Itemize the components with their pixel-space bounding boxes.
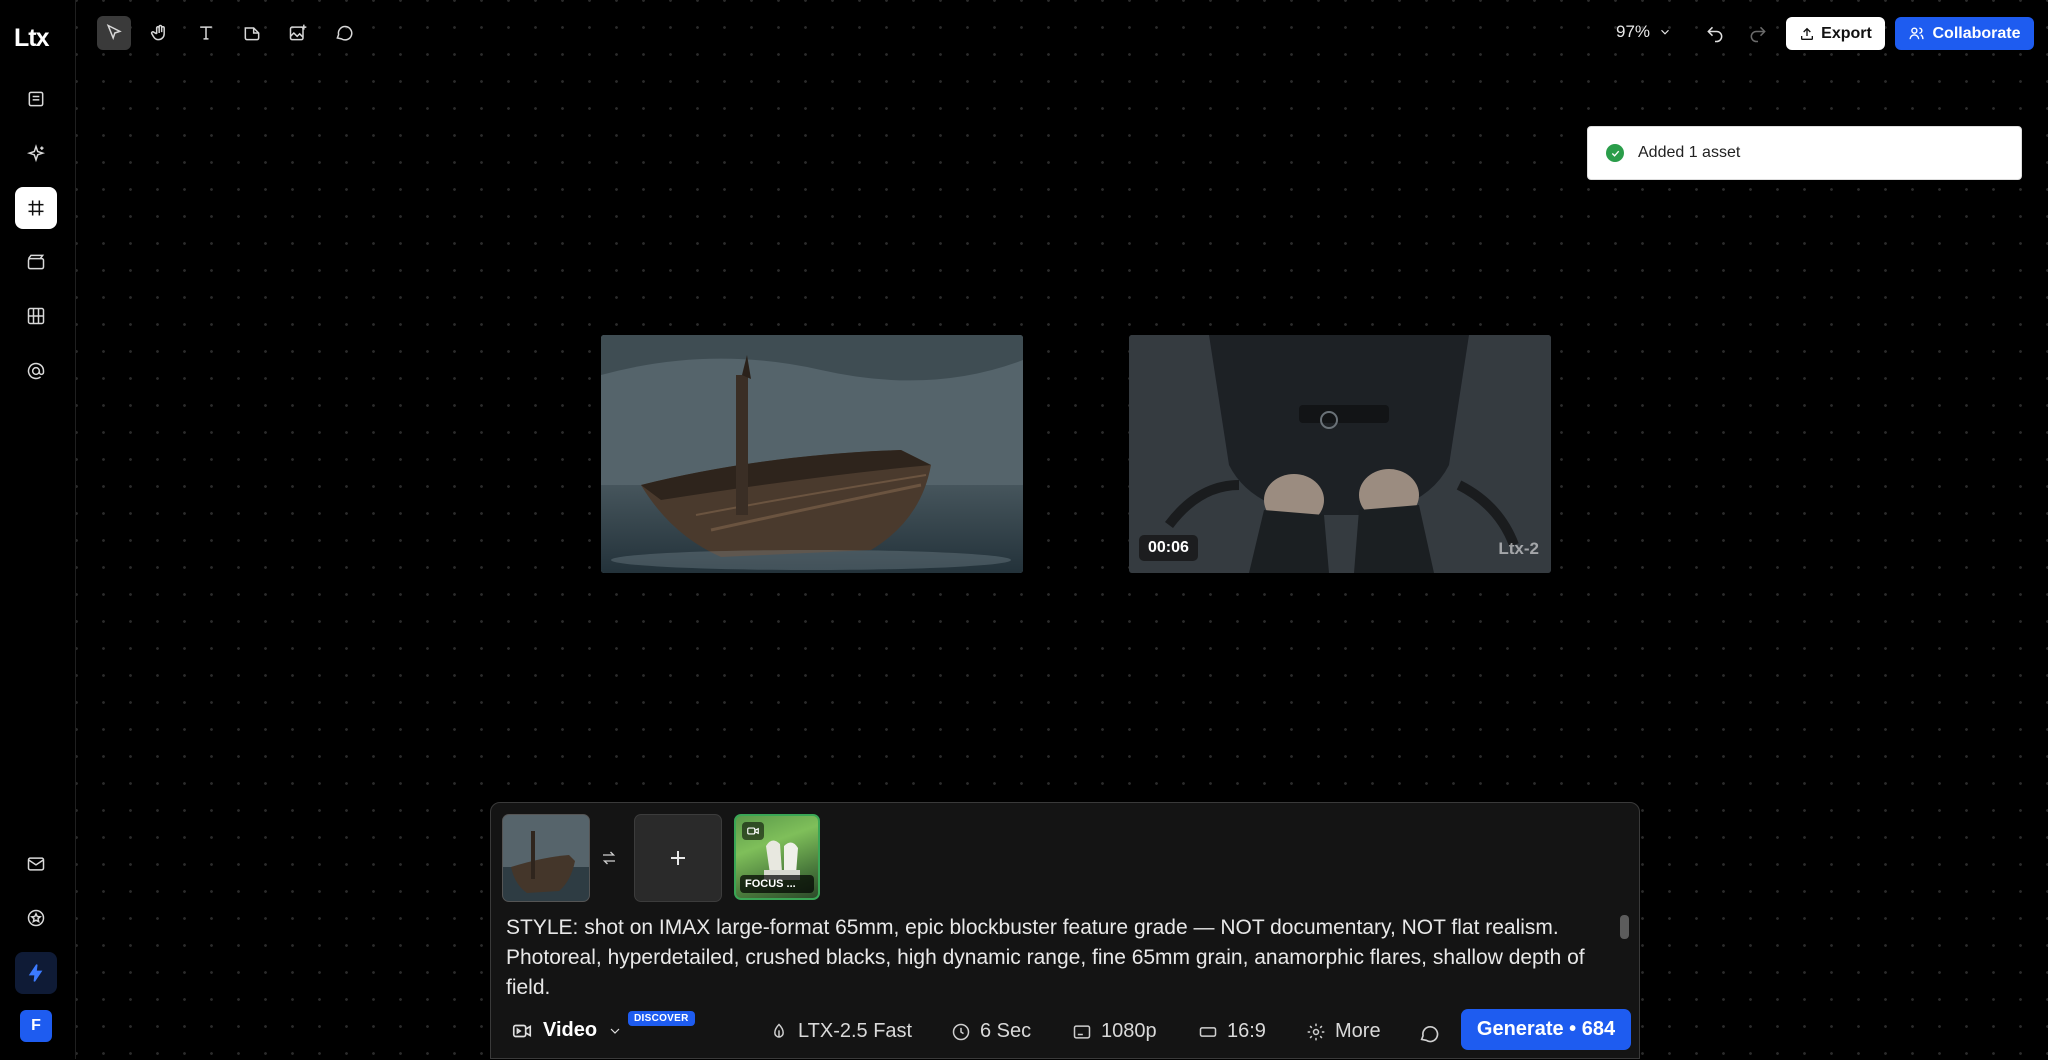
film-grid-icon (27, 307, 45, 325)
duration-selector[interactable]: 6 Sec (951, 1020, 1031, 1043)
collaborate-label: Collaborate (1932, 24, 2021, 42)
sidebar-item-generate[interactable] (15, 133, 57, 175)
zoom-control[interactable]: 97% (1616, 22, 1672, 42)
comment-tool[interactable] (327, 16, 361, 50)
gear-icon (1307, 1023, 1325, 1040)
boat-thumb-image (503, 815, 589, 901)
sidebar-item-badge[interactable] (15, 897, 57, 939)
toast-message: Added 1 asset (1638, 144, 1741, 161)
upload-icon (1801, 27, 1814, 40)
clapperboard-icon (27, 254, 45, 270)
aspect-selector[interactable]: 16:9 (1198, 1020, 1266, 1043)
avatar[interactable]: F (20, 1010, 52, 1042)
sidebar-item-canvas[interactable] (15, 187, 57, 229)
model-icon (774, 1022, 784, 1038)
chevron-down-icon (610, 1028, 620, 1034)
sidebar-item-mentions[interactable] (15, 350, 57, 392)
swap-icon (602, 851, 616, 865)
add-reference-button[interactable] (634, 814, 722, 902)
export-label: Export (1821, 24, 1872, 42)
badge-icon (27, 909, 45, 927)
focus-reference-thumbnail[interactable]: FOCUS ... (734, 814, 820, 900)
chevron-down-icon (1661, 29, 1669, 35)
sidebar-item-library[interactable] (15, 295, 57, 337)
prompt-textarea[interactable]: STYLE: shot on IMAX large-format 65mm, e… (506, 913, 1606, 1007)
more-label: More (1335, 1020, 1381, 1042)
zoom-level: 97% (1616, 22, 1651, 41)
mail-icon (27, 857, 45, 871)
sidebar-item-documents[interactable] (15, 78, 57, 120)
mode-selector[interactable]: Video DISCOVER (511, 1011, 695, 1042)
select-tool[interactable] (97, 16, 131, 50)
left-rail: Ltx F (0, 0, 76, 1059)
aspect-label: 16:9 (1227, 1020, 1266, 1042)
success-check-icon (1606, 144, 1624, 162)
document-icon (28, 91, 44, 107)
model-selector[interactable]: LTX-2.5 Fast (769, 1020, 912, 1043)
resolution-label: 1080p (1101, 1020, 1157, 1042)
canvas-card-figure-clip[interactable]: 00:06 Ltx-2 (1129, 335, 1551, 573)
toast-notification: Added 1 asset (1587, 126, 2022, 180)
undo-button[interactable] (1703, 22, 1727, 46)
users-icon (1909, 27, 1925, 40)
composer-options-bar: Video DISCOVER LTX-2.5 Fast 6 Sec 1080p … (491, 1008, 1639, 1060)
frame-tool-icon (244, 27, 260, 41)
add-image-tool[interactable] (281, 16, 315, 50)
clip-duration: 00:06 (1139, 535, 1198, 561)
chat-button[interactable] (1418, 1022, 1440, 1049)
redo-icon (1750, 26, 1766, 43)
bolt-icon (28, 964, 43, 982)
sidebar-item-inbox[interactable] (15, 843, 57, 885)
more-settings[interactable]: More (1306, 1020, 1381, 1043)
sidebar-item-storyboard[interactable] (15, 241, 57, 283)
text-tool[interactable] (189, 16, 223, 50)
hand-icon (150, 24, 165, 41)
resolution-selector[interactable]: 1080p (1072, 1020, 1157, 1043)
app-logo[interactable]: Ltx (14, 24, 49, 53)
resolution-icon (1073, 1024, 1091, 1039)
watermark: Ltx-2 (1498, 539, 1539, 558)
cursor-icon (106, 23, 122, 41)
add-image-icon (289, 24, 307, 41)
mode-label: Video (543, 1019, 598, 1041)
export-button[interactable]: Export (1786, 17, 1885, 50)
collaborate-button[interactable]: Collaborate (1895, 17, 2034, 50)
generate-button[interactable]: Generate • 684 (1461, 1009, 1631, 1050)
discover-badge[interactable]: DISCOVER (628, 1011, 695, 1026)
reference-thumbnail[interactable] (502, 814, 590, 902)
model-label: LTX-2.5 Fast (798, 1020, 913, 1042)
undo-icon (1707, 26, 1723, 43)
prompt-scrollbar[interactable] (1620, 915, 1629, 939)
sidebar-item-upgrade[interactable] (15, 952, 57, 994)
swap-button[interactable] (598, 847, 620, 869)
duration-label: 6 Sec (980, 1020, 1032, 1042)
plus-icon (671, 851, 685, 865)
canvas-toolbar (97, 16, 361, 50)
video-camera-icon (742, 822, 764, 840)
hand-tool[interactable] (143, 16, 177, 50)
chat-icon (1420, 1026, 1439, 1043)
clock-icon (952, 1023, 970, 1040)
frame-tool[interactable] (235, 16, 269, 50)
sparkles-icon (26, 144, 46, 163)
text-icon (200, 26, 212, 40)
focus-label: FOCUS ... (740, 875, 814, 893)
at-icon (27, 362, 45, 380)
canvas-card-boat-clip[interactable] (601, 335, 1023, 573)
aspect-ratio-icon (1199, 1026, 1217, 1037)
boat-image (601, 335, 1023, 573)
prompt-composer: FOCUS ... STYLE: shot on IMAX large-form… (490, 802, 1640, 1059)
frame-icon (28, 200, 44, 216)
redo-button[interactable] (1746, 22, 1770, 46)
comment-icon (336, 25, 353, 41)
video-mode-icon (512, 1024, 532, 1037)
